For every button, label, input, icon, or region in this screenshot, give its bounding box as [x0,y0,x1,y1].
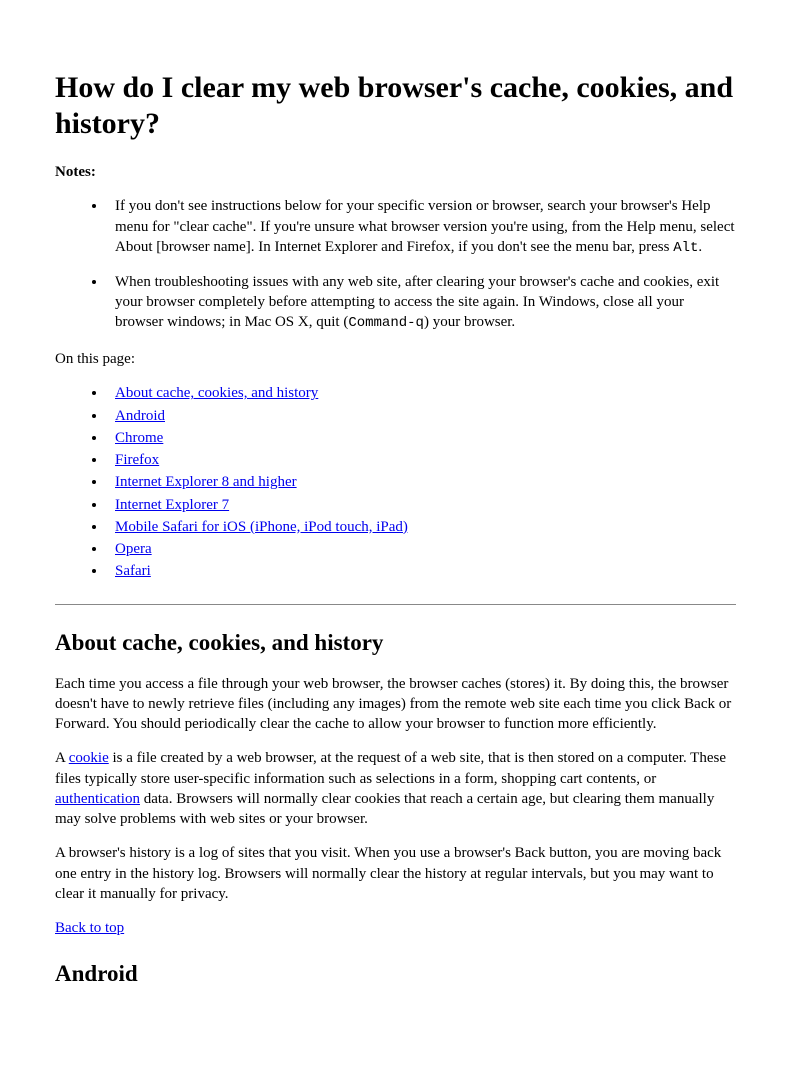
note-text: ) your browser. [424,314,515,330]
on-this-page-label: On this page: [55,349,736,369]
code-command-q: Command-q [348,315,424,331]
text: A [55,750,69,766]
toc-link-android[interactable]: Android [115,408,165,424]
link-cookie[interactable]: cookie [69,750,109,766]
list-item: Firefox [107,450,736,470]
about-paragraph-3: A browser's history is a log of sites th… [55,843,736,904]
text: data. Browsers will normally clear cooki… [55,791,714,827]
toc-link-opera[interactable]: Opera [115,541,152,557]
back-to-top-link[interactable]: Back to top [55,920,124,936]
page-title: How do I clear my web browser's cache, c… [55,70,736,142]
toc-link-ie8[interactable]: Internet Explorer 8 and higher [115,474,297,490]
list-item: About cache, cookies, and history [107,383,736,403]
list-item: Chrome [107,428,736,448]
list-item: Internet Explorer 7 [107,495,736,515]
toc-list: About cache, cookies, and history Androi… [55,383,736,581]
note-text: If you don't see instructions below for … [115,198,735,255]
toc-link-ie7[interactable]: Internet Explorer 7 [115,497,229,513]
about-paragraph-2: A cookie is a file created by a web brow… [55,748,736,829]
toc-link-about[interactable]: About cache, cookies, and history [115,385,318,401]
toc-link-firefox[interactable]: Firefox [115,452,159,468]
list-item: Mobile Safari for iOS (iPhone, iPod touc… [107,517,736,537]
list-item: If you don't see instructions below for … [107,196,736,257]
toc-link-chrome[interactable]: Chrome [115,430,163,446]
section-heading-about: About cache, cookies, and history [55,627,736,658]
notes-label: Notes: [55,162,736,182]
back-to-top-wrapper: Back to top [55,918,736,938]
list-item: Internet Explorer 8 and higher [107,472,736,492]
list-item: Safari [107,561,736,581]
section-heading-android: Android [55,958,736,989]
list-item: When troubleshooting issues with any web… [107,272,736,333]
list-item: Opera [107,539,736,559]
notes-list: If you don't see instructions below for … [55,196,736,333]
toc-link-safari[interactable]: Safari [115,563,151,579]
about-paragraph-1: Each time you access a file through your… [55,674,736,735]
text: is a file created by a web browser, at t… [55,750,726,786]
code-alt: Alt [673,240,698,256]
note-text: . [698,239,702,255]
toc-link-mobile-safari[interactable]: Mobile Safari for iOS (iPhone, iPod touc… [115,519,408,535]
link-authentication[interactable]: authentication [55,791,140,807]
list-item: Android [107,406,736,426]
divider [55,604,736,605]
